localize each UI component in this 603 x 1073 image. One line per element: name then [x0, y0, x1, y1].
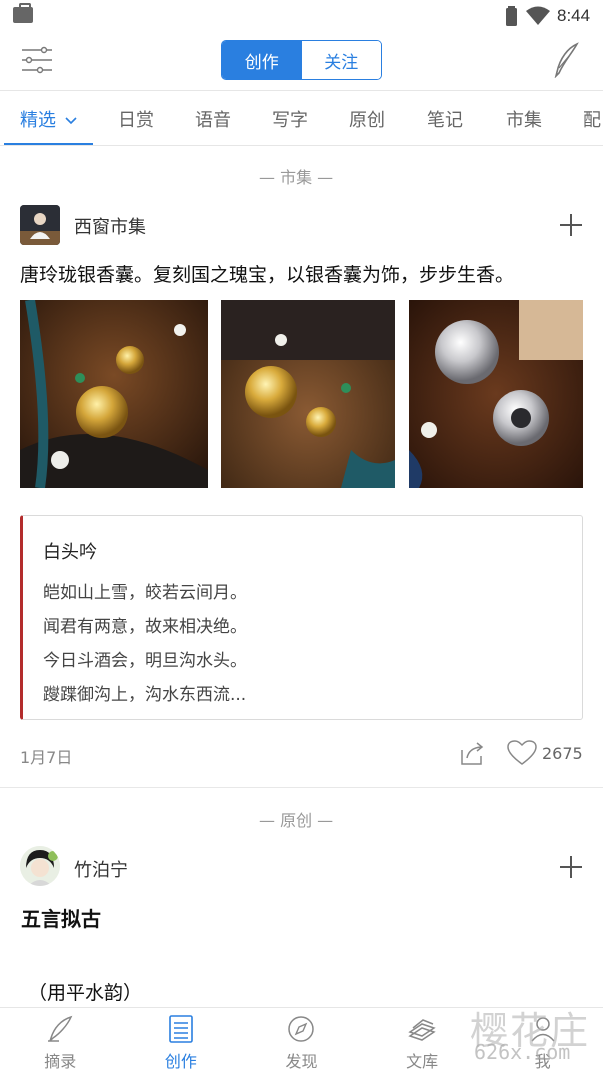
poem-line: 躞蹀御沟上，沟水东西流...: [43, 685, 247, 705]
nav-excerpts[interactable]: 摘录: [0, 1008, 121, 1073]
poem-line: 皑如山上雪，皎若云间月。: [43, 583, 247, 603]
tab-notes[interactable]: 笔记: [427, 106, 463, 132]
heart-icon[interactable]: [507, 740, 537, 766]
poem-line: 闻君有两意，故来相决绝。: [43, 617, 247, 637]
section-label-original: — 原创 —: [259, 811, 334, 830]
category-tabs: 精选 日赏 语音 写字 原创 笔记 市集 配: [0, 90, 603, 146]
post-title[interactable]: 五言拟古: [21, 903, 101, 932]
like-count: 2675: [542, 744, 583, 763]
post-subtitle: （用平水韵）: [28, 982, 143, 1004]
product-photo[interactable]: [20, 300, 208, 488]
mode-switch: 创作 关注: [221, 40, 382, 80]
watermark-url: 626x.com: [474, 1040, 571, 1064]
tab-daily[interactable]: 日赏: [118, 106, 154, 132]
divider: [0, 787, 603, 788]
briefcase-icon: [13, 3, 33, 23]
nav-library[interactable]: 文库: [362, 1008, 483, 1073]
nav-discover[interactable]: 发现: [241, 1008, 362, 1073]
post-text[interactable]: 唐玲珑银香囊。复刻国之瑰宝，以银香囊为饰，步步生香。: [20, 260, 514, 287]
nav-create[interactable]: 创作: [121, 1008, 242, 1073]
compose-pen-icon[interactable]: [550, 42, 582, 78]
status-time: 8:44: [557, 6, 591, 25]
tab-writing[interactable]: 写字: [272, 106, 308, 132]
poem-title: 白头吟: [43, 542, 97, 563]
product-photo[interactable]: [409, 300, 583, 488]
author-name[interactable]: 西窗市集: [74, 213, 146, 239]
poem-quote-card[interactable]: 白头吟 皑如山上雪，皎若云间月。 闻君有两意，故来相决绝。 今日斗酒会，明旦沟水…: [20, 515, 583, 720]
follow-plus-icon[interactable]: [560, 856, 582, 878]
books-icon: [408, 1019, 436, 1041]
author-name[interactable]: 竹泊宁: [74, 856, 128, 882]
segment-create[interactable]: 创作: [222, 41, 302, 79]
wifi-icon: [526, 6, 550, 25]
active-tab-indicator: [4, 143, 93, 145]
status-bar: 8:44: [0, 0, 603, 32]
compass-icon: [288, 1016, 315, 1042]
poem-line: 今日斗酒会，明旦沟水头。: [43, 651, 247, 671]
filter-menu-icon[interactable]: [20, 46, 54, 74]
post-date: 1月7日: [20, 748, 73, 767]
avatar-image: [20, 205, 60, 245]
tab-audio[interactable]: 语音: [195, 106, 231, 132]
chevron-down-icon: [65, 117, 77, 125]
product-photo[interactable]: [221, 300, 395, 488]
tab-market[interactable]: 市集: [506, 106, 542, 132]
follow-plus-icon[interactable]: [560, 214, 582, 236]
tab-original[interactable]: 原创: [349, 106, 385, 132]
avatar[interactable]: [20, 846, 60, 886]
document-icon: [169, 1015, 193, 1043]
share-icon[interactable]: [459, 740, 485, 766]
section-label-market: — 市集 —: [259, 168, 334, 187]
segment-follow[interactable]: 关注: [301, 41, 381, 79]
tab-featured[interactable]: 精选: [20, 106, 78, 132]
quill-icon: [48, 1015, 73, 1042]
avatar[interactable]: [20, 205, 60, 245]
top-bar: 创作 关注: [0, 32, 603, 90]
battery-icon: [506, 6, 517, 26]
tab-more[interactable]: 配: [583, 106, 601, 132]
avatar-image: [20, 846, 60, 886]
